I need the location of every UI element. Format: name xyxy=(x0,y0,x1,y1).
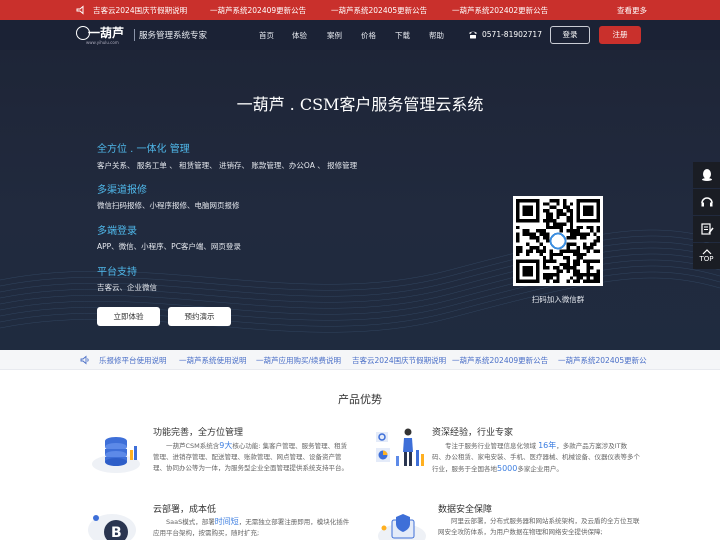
login-button[interactable]: 登录 xyxy=(550,26,590,44)
feature-heading: 平台支持 xyxy=(97,267,137,278)
qq-icon xyxy=(701,169,712,181)
notice-link[interactable]: 乐报修平台使用说明 xyxy=(99,355,167,366)
announcement-bar: 吉客云2024国庆节假期说明 一葫芦系统202409更新公告 一葫芦系统2024… xyxy=(0,0,720,20)
section-title: 产品优势 xyxy=(338,393,382,406)
notice-link[interactable]: 一葫芦系统202405更新公 xyxy=(558,355,647,366)
trial-button[interactable]: 立即体验 xyxy=(97,307,160,326)
support-icon xyxy=(700,197,713,207)
text-segment: 专注于服务行业管理信息化领域 xyxy=(445,442,539,450)
service-button[interactable] xyxy=(693,189,720,215)
feature-heading: 多端登录 xyxy=(97,226,137,237)
logo[interactable]: 一葫芦 www.yihulu.com xyxy=(76,24,132,46)
notice-link[interactable]: 一葫芦应用购买/续费说明 xyxy=(256,355,341,366)
top-label: TOP xyxy=(699,255,714,263)
highlight: 16年 xyxy=(538,441,557,450)
speaker-icon xyxy=(80,355,89,365)
nav-help[interactable]: 帮助 xyxy=(429,30,444,41)
text-segment: 多家企业用户。 xyxy=(517,465,563,473)
feature-text: APP、微信、小程序、PC客户端、网页登录 xyxy=(97,242,241,251)
advantage-text: 一葫芦CSM系统含9大核心功能: 集客户管理、服务管理、租赁管理、进销存管理、配… xyxy=(153,440,353,474)
nav-cases[interactable]: 案例 xyxy=(327,30,342,41)
highlight: 时间短 xyxy=(214,517,239,526)
advantage-text: 阿里云部署，分布式服务器和网站系统架构，及云盾的全方位互联网安全攻防体系，为用户… xyxy=(438,516,640,538)
feature-text: 微信扫码报修、小程序报修、电脑网页报修 xyxy=(97,201,240,210)
more-link[interactable]: 查看更多 xyxy=(617,5,647,16)
text-segment: 阿里云部署，分布式服务器和网站系统架构，及云盾的全方位互联网安全攻防体系，为用户… xyxy=(438,517,640,536)
svg-text:B: B xyxy=(111,525,122,540)
notice-link[interactable]: 吉客云2024国庆节假期说明 xyxy=(352,355,446,366)
phone-icon xyxy=(469,31,477,39)
text-segment: 一葫芦CSM系统含 xyxy=(166,442,220,450)
feature-heading: 全方位 . 一体化 管理 xyxy=(97,144,190,155)
hero-title: 一葫芦 . CSM客户服务管理云系统 xyxy=(236,95,484,114)
feature-heading: 多渠道报修 xyxy=(97,185,147,196)
text-segment: SaaS模式，部署 xyxy=(166,518,215,526)
feature-text: 吉客云、企业微信 xyxy=(97,283,157,292)
qr-code xyxy=(513,196,603,286)
advantage-text: 专注于服务行业管理信息化领域 16年，多款产品方案涉及IT数码、办公租赁、家电安… xyxy=(432,440,640,475)
advantage-heading: 功能完善，全方位管理 xyxy=(153,428,244,438)
phone-number: 0571-81902717 xyxy=(482,30,542,39)
analytics-illustration xyxy=(376,428,424,466)
database-illustration xyxy=(92,437,140,473)
qq-button[interactable] xyxy=(693,162,720,188)
hero-banner: 一葫芦 . CSM客户服务管理云系统 全方位 . 一体化 管理 客户关系、 服务… xyxy=(0,50,720,350)
notice-ticker: 乐报修平台使用说明 一葫芦系统使用说明 一葫芦应用购买/续费说明 吉客云2024… xyxy=(0,350,720,370)
logo-text: 一葫芦 xyxy=(88,26,125,40)
notice-link[interactable]: 一葫芦系统202409更新公告 xyxy=(452,355,548,366)
qr-caption: 扫码加入微信群 xyxy=(531,295,585,304)
nav-trial[interactable]: 体验 xyxy=(292,30,307,41)
advantage-heading: 云部署，成本低 xyxy=(153,505,217,515)
highlight: 9大 xyxy=(219,441,233,450)
register-button[interactable]: 注册 xyxy=(599,26,641,44)
edit-icon xyxy=(700,223,714,235)
logo-divider xyxy=(134,29,135,41)
notice-link[interactable]: 一葫芦系统使用说明 xyxy=(179,355,247,366)
announcement-link[interactable]: 一葫芦系统202409更新公告 xyxy=(210,5,306,16)
tagline: 服务管理系统专家 xyxy=(139,31,208,41)
qr-code-image xyxy=(516,199,600,283)
site-header: 一葫芦 www.yihulu.com 服务管理系统专家 首页 体验 案例 价格 … xyxy=(0,20,720,50)
highlight: 5000 xyxy=(497,464,518,473)
nav-home[interactable]: 首页 xyxy=(259,30,274,41)
advantage-heading: 数据安全保障 xyxy=(438,505,493,515)
announcement-link[interactable]: 吉客云2024国庆节假期说明 xyxy=(93,5,187,16)
megaphone-icon xyxy=(76,5,84,15)
advantage-text: SaaS模式，部署时间短，无需独立部署注册即用，模块化插件应用平台架构，按需购买… xyxy=(153,516,353,539)
logo-url: www.yihulu.com xyxy=(86,40,119,45)
announcement-link[interactable]: 一葫芦系统202405更新公告 xyxy=(331,5,427,16)
feedback-button[interactable] xyxy=(693,216,720,242)
nav-pricing[interactable]: 价格 xyxy=(361,30,376,41)
floating-sidebar: TOP xyxy=(693,162,720,270)
demo-button[interactable]: 预约演示 xyxy=(168,307,231,326)
cloud-cost-illustration: B xyxy=(88,514,136,540)
security-illustration xyxy=(378,514,426,540)
feature-text: 客户关系、 服务工单 、 租赁管理、 进销存、 账款管理、办公OA 、 报修管理 xyxy=(97,161,358,170)
advantage-heading: 资深经验，行业专家 xyxy=(432,428,514,438)
announcement-link[interactable]: 一葫芦系统202402更新公告 xyxy=(452,5,548,16)
nav-download[interactable]: 下载 xyxy=(395,30,410,41)
back-to-top-button[interactable]: TOP xyxy=(693,243,720,269)
